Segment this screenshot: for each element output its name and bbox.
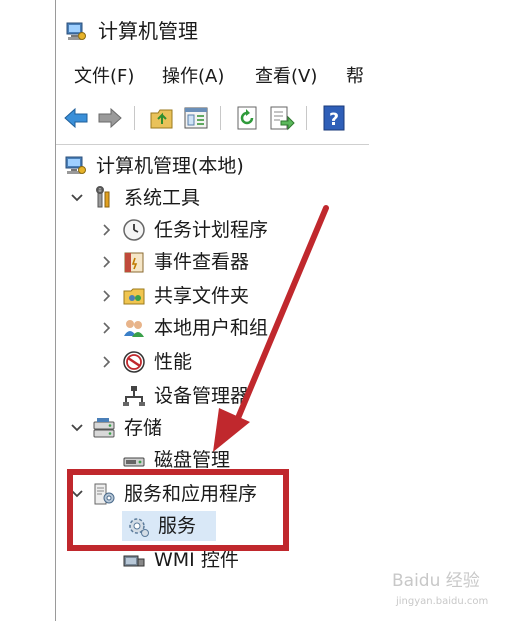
toolbar-separator	[134, 106, 135, 130]
title-bar: 计算机管理	[56, 13, 369, 49]
tree-node-label: 事件查看器	[154, 251, 250, 273]
tree-node-device-manager[interactable]: 设备管理器	[122, 381, 364, 411]
computer-management-window: 计算机管理 文件(F) 操作(A) 查看(V) 帮 ? 计算机管理(本地) 系统…	[55, 0, 369, 621]
tree-node-label: 性能	[154, 351, 193, 373]
export-list-icon[interactable]	[268, 104, 296, 132]
chevron-right-icon[interactable]	[100, 318, 114, 338]
menu-action[interactable]: 操作(A)	[162, 65, 224, 89]
tree-node-label: 设备管理器	[154, 385, 250, 407]
watermark-sub: jingyan.baidu.com	[395, 596, 488, 607]
device-manager-icon	[122, 384, 146, 408]
tree-node-system-tools[interactable]: 系统工具	[70, 183, 364, 213]
chevron-right-icon[interactable]	[100, 220, 114, 240]
toolbar-separator	[220, 106, 221, 130]
chevron-right-icon[interactable]	[100, 286, 114, 306]
menu-view[interactable]: 查看(V)	[255, 65, 317, 89]
forward-arrow-icon[interactable]	[96, 104, 124, 132]
tree-node-task-scheduler[interactable]: 任务计划程序	[100, 215, 364, 245]
menu-bar: 文件(F) 操作(A) 查看(V) 帮	[56, 62, 369, 92]
tree-node-label: 任务计划程序	[154, 219, 269, 241]
show-hide-console-tree-icon[interactable]	[182, 104, 210, 132]
tree-node-wmi-control[interactable]: WMI 控件	[122, 545, 364, 575]
computer-management-icon	[65, 22, 86, 40]
event-viewer-icon	[122, 250, 146, 274]
disk-management-icon	[122, 448, 146, 472]
tree-node-label: WMI 控件	[154, 549, 239, 571]
tree-node-label: 系统工具	[124, 187, 201, 209]
toolbar-separator	[306, 106, 307, 130]
tree-node-label: 本地用户和组	[154, 317, 269, 339]
clock-icon	[122, 218, 146, 242]
shared-folder-icon	[122, 284, 146, 308]
tree-node-label: 存储	[124, 417, 163, 439]
services-and-applications-icon	[92, 482, 116, 506]
window-title: 计算机管理	[98, 19, 198, 43]
chevron-down-icon[interactable]	[70, 484, 84, 504]
tree-node-label: 磁盘管理	[154, 449, 231, 471]
tree-node-label: 服务和应用程序	[124, 483, 258, 505]
watermark-text: Baidu 经验	[392, 571, 480, 591]
toolbar-tree-divider	[56, 144, 369, 145]
tree-node-services[interactable]: 服务	[122, 511, 216, 541]
tree-node-disk-management[interactable]: 磁盘管理	[122, 445, 364, 475]
back-arrow-icon[interactable]	[62, 104, 90, 132]
svg-text:?: ?	[329, 110, 339, 130]
tree-node-storage[interactable]: 存储	[70, 413, 364, 443]
tree-node-label: 共享文件夹	[154, 285, 250, 307]
tree-node-event-viewer[interactable]: 事件查看器	[100, 247, 364, 277]
tree-node-label: 计算机管理(本地)	[96, 155, 244, 177]
users-icon	[122, 316, 146, 340]
tree-node-label: 服务	[158, 515, 197, 537]
services-gear-icon	[126, 514, 150, 538]
tree-node-performance[interactable]: 性能	[100, 347, 364, 377]
menu-file[interactable]: 文件(F)	[74, 65, 134, 89]
wmi-control-icon	[122, 548, 146, 572]
tree-node-root[interactable]: 计算机管理(本地)	[64, 151, 364, 181]
performance-icon	[122, 350, 146, 374]
system-tools-icon	[92, 186, 116, 210]
storage-icon	[92, 416, 116, 440]
tree-node-services-and-applications[interactable]: 服务和应用程序	[70, 479, 364, 509]
menu-help[interactable]: 帮	[346, 65, 364, 89]
tree-node-local-users-groups[interactable]: 本地用户和组	[100, 313, 364, 343]
baidu-jingyan-watermark: Baidu 经验 jingyan.baidu.com	[392, 566, 502, 610]
chevron-down-icon[interactable]	[70, 418, 84, 438]
computer-management-icon	[64, 154, 88, 178]
help-icon[interactable]: ?	[320, 104, 348, 132]
chevron-right-icon[interactable]	[100, 352, 114, 372]
chevron-down-icon[interactable]	[70, 188, 84, 208]
chevron-right-icon[interactable]	[100, 252, 114, 272]
toolbar: ?	[56, 100, 369, 140]
refresh-icon[interactable]	[234, 104, 262, 132]
tree-node-shared-folders[interactable]: 共享文件夹	[100, 281, 364, 311]
up-folder-icon[interactable]	[148, 104, 176, 132]
